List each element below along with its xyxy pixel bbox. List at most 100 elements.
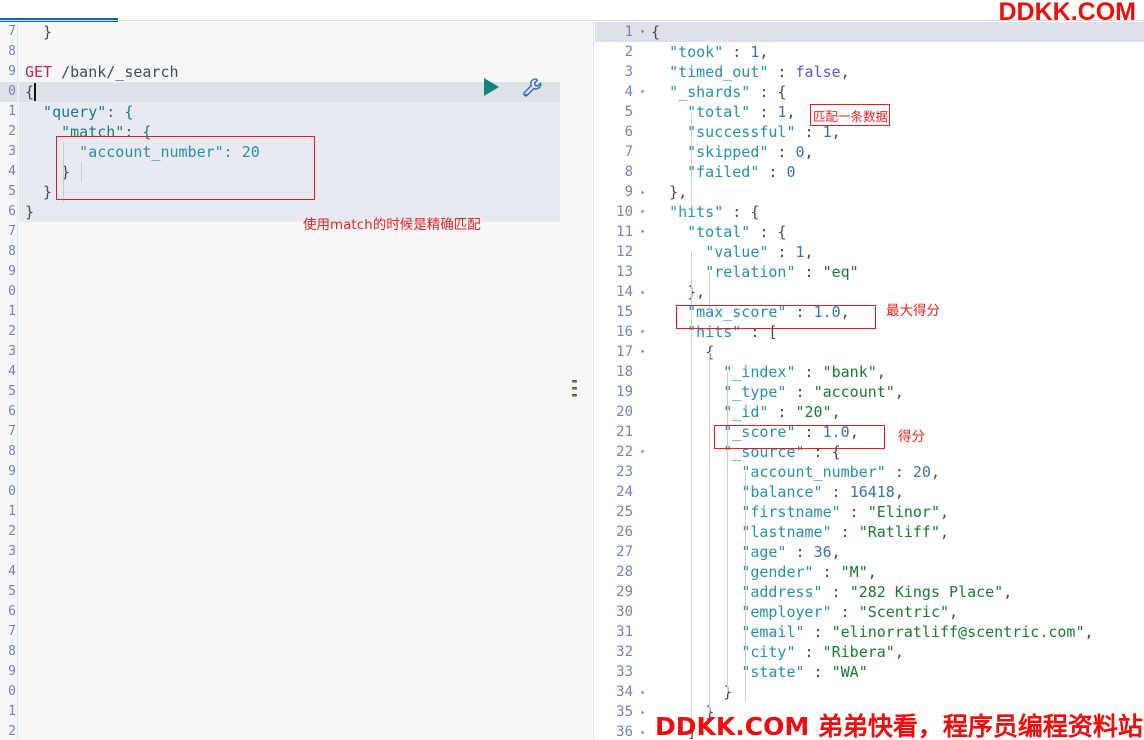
response-gutter-line: 24 bbox=[616, 484, 633, 500]
fold-toggle-icon[interactable]: ▾ bbox=[640, 322, 645, 342]
editor-gutter-line: 9 bbox=[8, 664, 16, 679]
editor-gutter-line: 2 bbox=[8, 724, 16, 739]
editor-line-number-gutter: 7 8 9 0▾ 1▾ 2▾ 3 4▴ 5▴ 6▴ 7 8 9 0 1 2 3 4 5 6 7 8 9 0 1 2 3 4 5 6 7 8 9 0… bbox=[0, 22, 18, 740]
response-gutter-line: 36 ▴ bbox=[616, 722, 645, 740]
response-code-line: "balance" : 16418, bbox=[741, 483, 904, 501]
response-code-line: "state" : "WA" bbox=[741, 663, 868, 681]
response-gutter-line: 13 bbox=[616, 264, 633, 280]
resp-indent-guide-5 bbox=[727, 372, 728, 692]
editor-line-body-1[interactable]: "query": { bbox=[19, 102, 560, 122]
response-code-line: "took" : 1, bbox=[669, 43, 769, 61]
fold-toggle-icon[interactable]: ▾ bbox=[640, 442, 645, 462]
drag-dot-3 bbox=[572, 394, 577, 397]
editor-gutter-line: 1 bbox=[8, 704, 16, 719]
response-json-body[interactable]: { "took" : 1, "timed_out" : false, "_sha… bbox=[649, 22, 1144, 740]
response-gutter-line: 19 bbox=[616, 384, 633, 400]
play-icon[interactable] bbox=[484, 78, 499, 96]
top-divider bbox=[0, 20, 1144, 21]
response-code-line: "employer" : "Scentric", bbox=[741, 603, 959, 621]
editor-gutter-line: 0 bbox=[8, 284, 16, 299]
editor-line-request-url[interactable]: GET /bank/_search bbox=[19, 62, 560, 82]
resp-indent-guide-1 bbox=[691, 112, 692, 202]
response-gutter-line: 34 ▴ bbox=[616, 682, 645, 702]
response-code-line: }, bbox=[669, 183, 688, 201]
editor-gutter-line: 1 bbox=[8, 304, 16, 319]
editor-gutter-line: 5 bbox=[8, 384, 16, 399]
response-gutter-line: 9 ▴ bbox=[624, 182, 645, 202]
fold-toggle-icon[interactable]: ▾ bbox=[640, 82, 645, 102]
fold-toggle-icon[interactable]: ▾ bbox=[640, 22, 645, 42]
editor-gutter-line: 3 bbox=[8, 144, 16, 159]
fold-toggle-icon[interactable]: ▾ bbox=[640, 222, 645, 242]
editor-line-body-0[interactable]: { bbox=[19, 82, 560, 102]
response-code-line: "hits" : { bbox=[669, 203, 760, 221]
editor-gutter-line: 4▴ bbox=[8, 164, 16, 179]
resp-indent-guide-6 bbox=[745, 472, 746, 702]
editor-gutter-line: 4 bbox=[8, 364, 16, 379]
editor-gutter-line: 6▴ bbox=[8, 204, 16, 219]
response-code-line: "value" : 1, bbox=[705, 243, 814, 261]
response-code-line: "total" : 1, bbox=[687, 103, 796, 121]
editor-gutter-line: 5 bbox=[8, 584, 16, 599]
dev-tools-console: DDKK.COM 7890▾1▾2▾34▴5▴6▴789012345678901… bbox=[0, 0, 1144, 740]
response-code-line: "relation" : "eq" bbox=[705, 263, 859, 281]
wrench-icon[interactable] bbox=[520, 76, 546, 106]
resp-indent-guide-4 bbox=[709, 352, 710, 712]
response-gutter-line: 10 ▾ bbox=[616, 202, 645, 222]
editor-gutter-line: 7 bbox=[8, 224, 16, 239]
annotation-box-score bbox=[714, 425, 885, 449]
editor-action-icons[interactable] bbox=[484, 76, 556, 102]
fold-toggle-icon[interactable]: ▾ bbox=[640, 342, 645, 362]
request-editor-code[interactable]: } GET /bank/_search { "query": { "match"… bbox=[19, 22, 560, 740]
response-line-number-gutter: 1 ▾ 2 3 4 ▾ 5 6 7 8 9 ▴ 10 ▾ 11 ▾ 12 13 14 ▴ 15 16 ▾ 17 ▾ 18 19 20 2… bbox=[595, 22, 649, 740]
editor-body-text-0: { bbox=[25, 83, 35, 101]
response-gutter-line: 23 bbox=[616, 464, 633, 480]
request-path: /bank/_search bbox=[61, 63, 179, 81]
splitter-drag-handle[interactable] bbox=[572, 380, 578, 401]
response-gutter-line: 17 ▾ bbox=[616, 342, 645, 362]
response-gutter-line: 22 ▾ bbox=[616, 442, 645, 462]
response-code-line: "city" : "Ribera", bbox=[741, 643, 904, 661]
annotation-match-one-record: 匹配一条数据 bbox=[813, 109, 889, 124]
response-gutter-line: 30 bbox=[616, 604, 633, 620]
editor-gutter-line: 2▾ bbox=[8, 124, 16, 139]
fold-toggle-icon[interactable]: ▴ bbox=[640, 702, 645, 722]
editor-body-text-6: } bbox=[25, 203, 35, 221]
response-code-line: "gender" : "M", bbox=[741, 563, 877, 581]
editor-line-blank-1 bbox=[19, 42, 560, 62]
fold-toggle-icon[interactable]: ▴ bbox=[640, 682, 645, 702]
response-gutter-line: 14 ▴ bbox=[616, 282, 645, 302]
editor-gutter-line: 9 bbox=[8, 64, 16, 79]
editor-body-text-5: } bbox=[25, 183, 53, 201]
editor-gutter-line: 7 bbox=[8, 24, 16, 39]
fold-toggle-icon[interactable]: ▴ bbox=[640, 282, 645, 302]
response-code-line: "address" : "282 Kings Place", bbox=[741, 583, 1013, 601]
editor-gutter-line: 2 bbox=[8, 324, 16, 339]
editor-gutter-line: 0 bbox=[8, 684, 16, 699]
response-gutter-line: 21 bbox=[616, 424, 633, 440]
response-gutter-line: 35 ▴ bbox=[616, 702, 645, 722]
response-gutter-line: 15 bbox=[616, 304, 633, 320]
response-code-line: "lastname" : "Ratliff", bbox=[741, 523, 950, 541]
fold-toggle-icon[interactable]: ▴ bbox=[640, 182, 645, 202]
editor-gutter-line: 0▾ bbox=[0, 82, 17, 102]
response-gutter-line: 4 ▾ bbox=[624, 82, 645, 102]
response-code-line: "email" : "elinorratliff@scentric.com", bbox=[741, 623, 1094, 641]
response-code-line: { bbox=[649, 342, 1144, 362]
request-editor-panel[interactable]: 7 8 9 0▾ 1▾ 2▾ 3 4▴ 5▴ 6▴ 7 8 9 0 1 2 3 4 5 6 7 8 9 0 1 2 3 4 5 6 7 8 9 0… bbox=[0, 22, 560, 740]
response-gutter-line: 2 bbox=[624, 44, 633, 60]
response-code-line: "failed" : 0 bbox=[687, 163, 796, 181]
drag-dot-1 bbox=[572, 380, 577, 383]
editor-gutter-line: 8 bbox=[8, 244, 16, 259]
response-gutter-line: 26 bbox=[616, 524, 633, 540]
response-code-line: "_type" : "account", bbox=[723, 383, 904, 401]
fold-toggle-icon[interactable]: ▴ bbox=[640, 722, 645, 740]
editor-gutter-line: 4 bbox=[8, 564, 16, 579]
fold-toggle-icon[interactable]: ▾ bbox=[640, 202, 645, 222]
response-viewer-panel[interactable]: 1 ▾ 2 3 4 ▾ 5 6 7 8 9 ▴ 10 ▾ 11 ▾ 12 13 14 ▴ 15 16 ▾ 17 ▾ 18 19 20 2… bbox=[595, 22, 1144, 740]
top-bar: DDKK.COM bbox=[0, 0, 1144, 26]
annotation-match-exact: 使用match的时候是精确匹配 bbox=[303, 217, 481, 233]
watermark-bottom: DDKK.COM 弟弟快看，程序员编程资料站 bbox=[655, 712, 1143, 740]
response-gutter-line: 1 ▾ bbox=[595, 22, 649, 42]
response-code-line: "account_number" : 20, bbox=[741, 463, 940, 481]
